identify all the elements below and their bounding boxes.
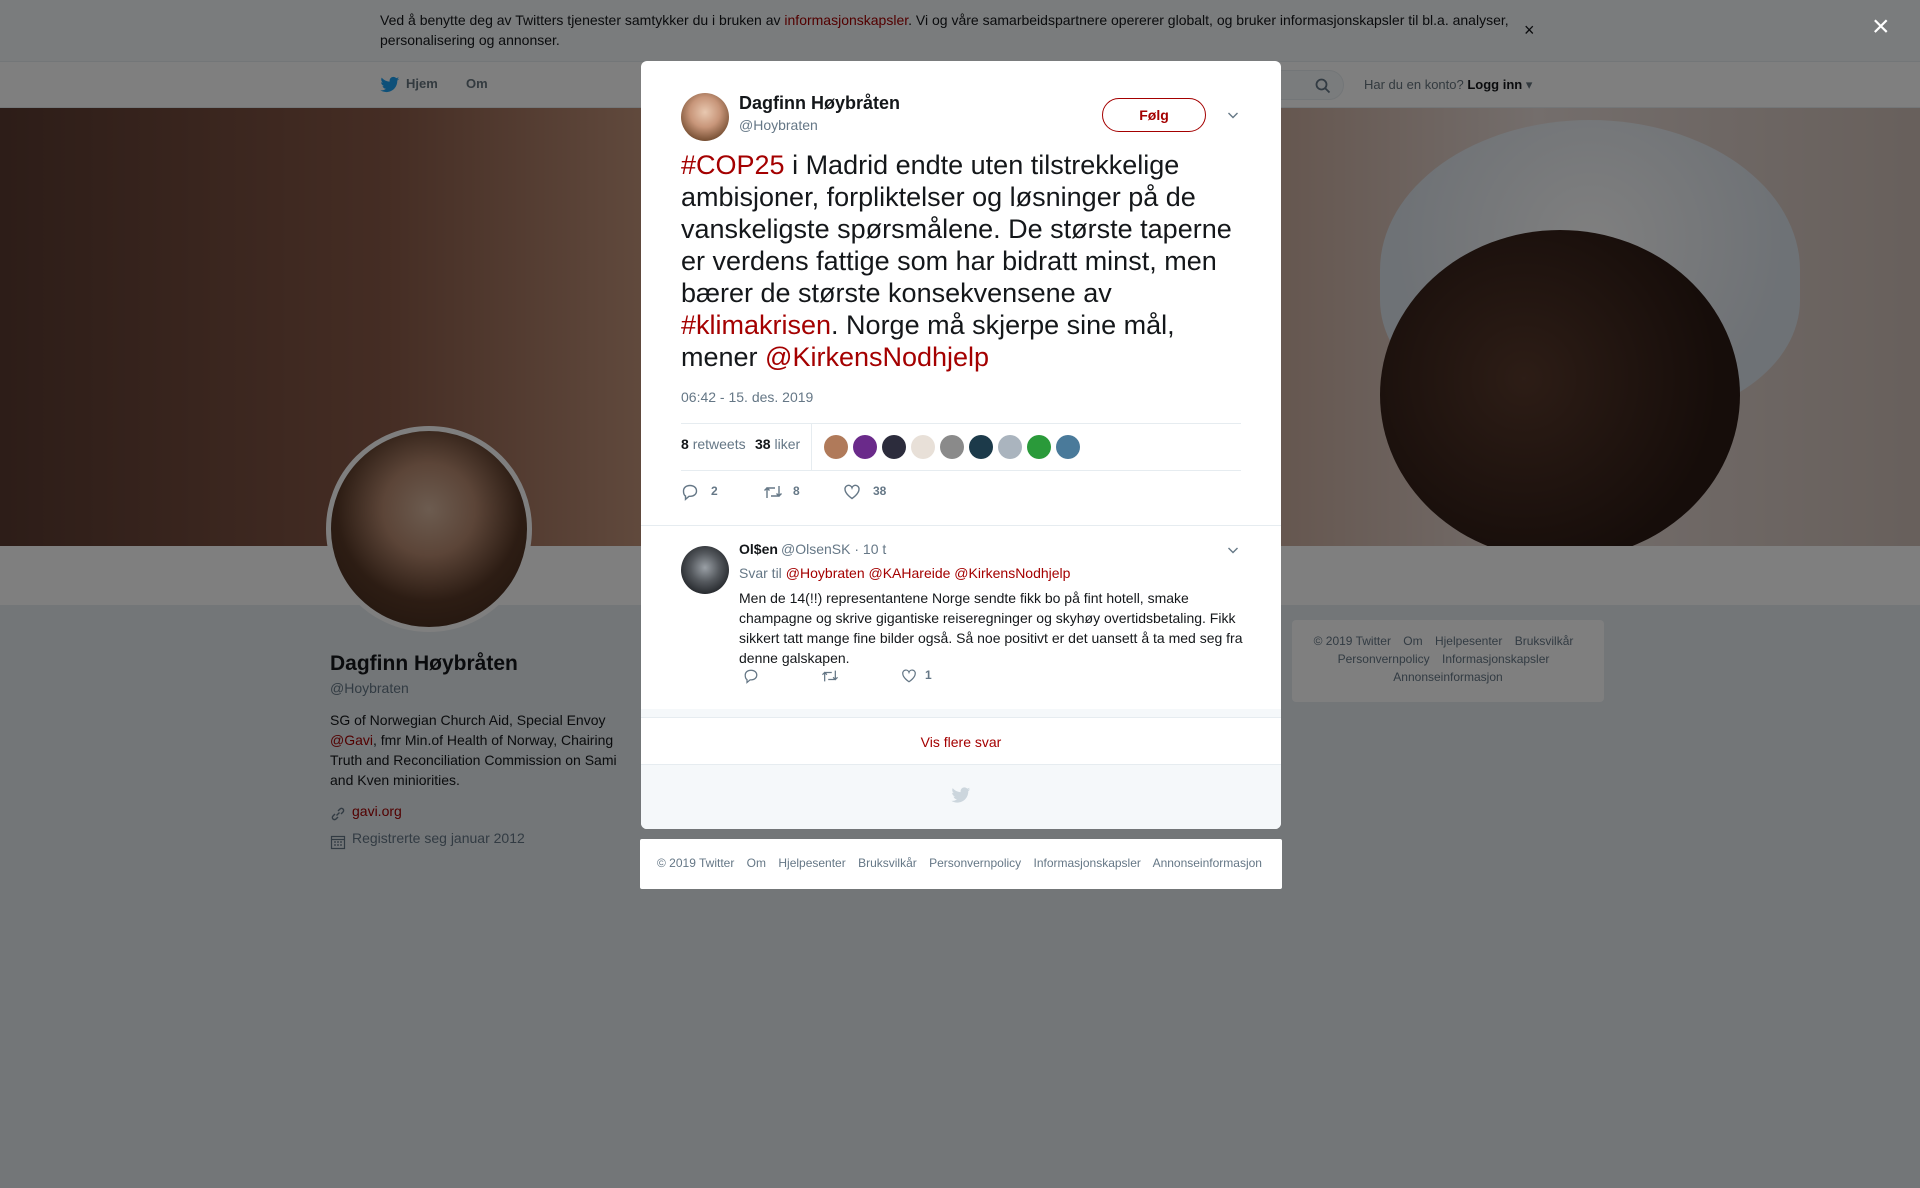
hashtag-klimakrisen-link[interactable]: #klimakrisen [681,310,831,340]
reply-author-name[interactable]: Ol$en [739,541,778,557]
tweet-modal: Dagfinn Høybråten @Hoybraten Følg #COP25… [641,61,1281,829]
close-icon[interactable]: × [1872,10,1890,44]
tweet-author-avatar[interactable] [681,93,729,141]
footer-link-cookies[interactable]: Informasjonskapsler [1034,856,1141,870]
footer-copyright: © 2019 Twitter [657,856,735,870]
tweet-author-name[interactable]: Dagfinn Høybråten [739,93,900,114]
reply-author-avatar[interactable] [681,546,729,594]
tweet-stats: 8 retweets 38 liker [681,423,1241,471]
liker-avatar[interactable] [853,435,877,459]
reply-actions: 1 [739,668,1039,688]
heart-icon [844,484,860,500]
reply-icon [744,669,758,684]
replies-separator [641,709,1281,717]
twitter-bird-icon [951,787,971,803]
reply-to-line: Svar til @Hoybraten @KAHareide @KirkensNo… [739,565,1071,581]
tweet-text: #COP25 i Madrid endte uten tilstrekkelig… [681,150,1232,372]
footer-link-privacy[interactable]: Personvernpolicy [929,856,1021,870]
footer-link-help[interactable]: Hjelpesenter [778,856,845,870]
tweet-actions: 2 8 38 [681,481,1241,505]
tweet-author-handle[interactable]: @Hoybraten [739,117,818,133]
reply-to-mentions[interactable]: @Hoybraten @KAHareide @KirkensNodhjelp [786,565,1071,581]
liker-avatar[interactable] [1027,435,1051,459]
retweets-stat[interactable]: 8 retweets [681,436,746,452]
mention-kirkensnodhjelp-link[interactable]: @KirkensNodhjelp [765,342,989,372]
stats-divider [811,424,812,470]
modal-bottom-bar [641,765,1281,829]
reply-icon [682,484,698,501]
liker-avatar[interactable] [824,435,848,459]
footer-link-terms[interactable]: Bruksvilkår [858,856,917,870]
modal-footer: © 2019 Twitter Om Hjelpesenter Bruksvilk… [640,839,1282,889]
liker-avatar[interactable] [969,435,993,459]
hashtag-cop25-link[interactable]: #COP25 [681,150,785,180]
liker-avatar[interactable] [882,435,906,459]
retweet-icon [764,486,782,498]
footer-link-about[interactable]: Om [747,856,766,870]
tweet-timestamp[interactable]: 06:42 - 15. des. 2019 [681,389,813,405]
show-more-replies-button[interactable]: Vis flere svar [641,717,1281,765]
liker-avatar[interactable] [940,435,964,459]
reply-author-handle[interactable]: @OlsenSK · 10 t [781,541,886,557]
reply-text: Men de 14(!!) representantene Norge send… [739,590,1243,666]
liker-avatar[interactable] [1056,435,1080,459]
chevron-down-icon[interactable] [1227,544,1239,556]
footer-link-ads[interactable]: Annonseinformasjon [1153,856,1262,870]
follow-button[interactable]: Følg [1102,98,1206,132]
heart-icon [902,669,916,683]
reply-tweet[interactable]: Ol$en @OlsenSK · 10 t Svar til @Hoybraten… [641,525,1281,701]
likes-stat[interactable]: 38 liker [755,436,800,452]
liker-avatar[interactable] [911,435,935,459]
chevron-down-icon[interactable] [1227,109,1239,121]
liker-avatar[interactable] [998,435,1022,459]
retweet-icon [822,670,838,682]
